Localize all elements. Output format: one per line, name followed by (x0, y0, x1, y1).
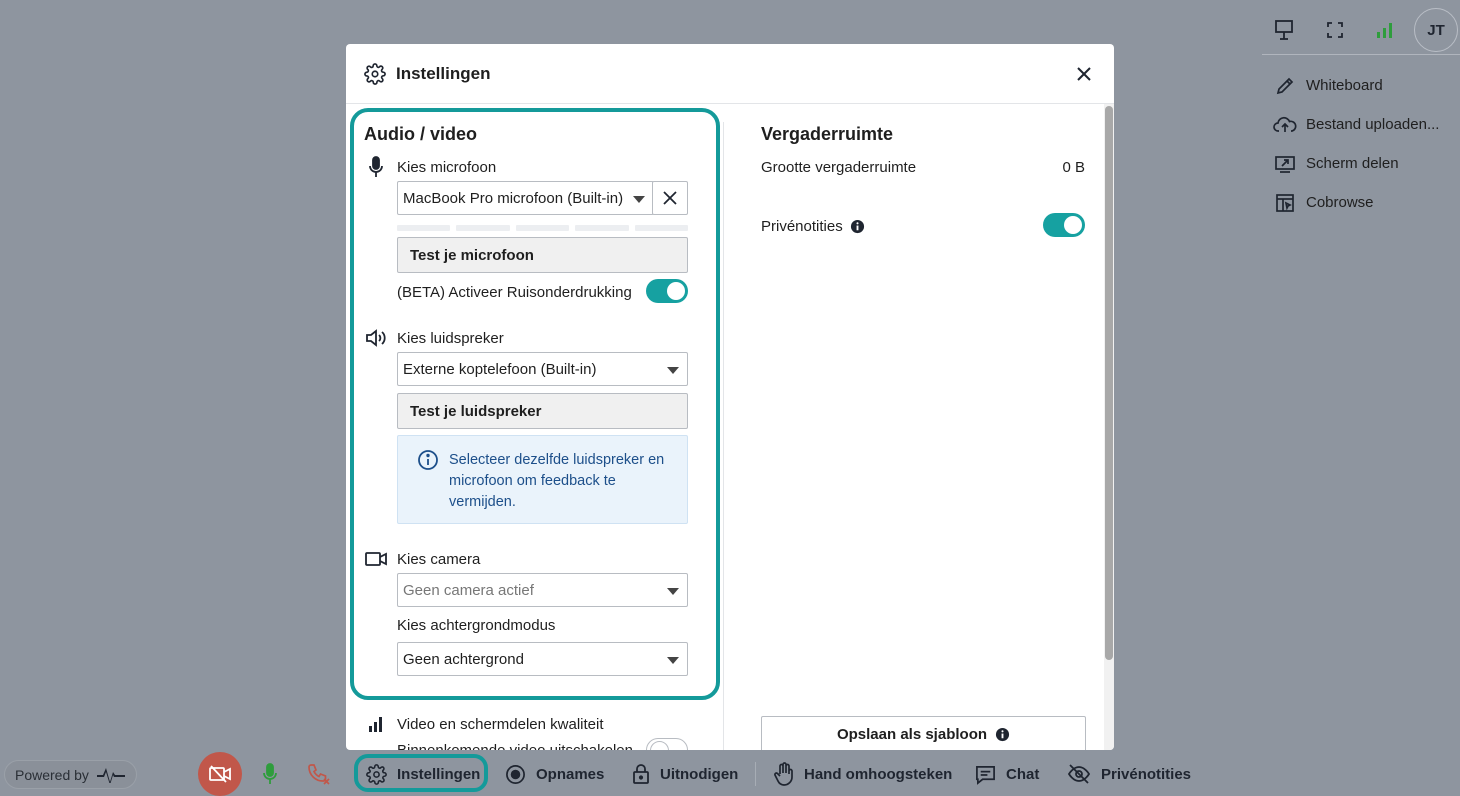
info-box: Selecteer dezelfde luidspreker en microf… (397, 435, 688, 524)
save-template-button[interactable]: Opslaan als sjabloon (761, 716, 1086, 750)
gear-icon (364, 62, 386, 85)
recordings-label: Opnames (536, 765, 605, 783)
fullscreen-icon[interactable] (1323, 18, 1347, 42)
divider (1262, 54, 1460, 55)
powered-by-badge[interactable]: Powered by (4, 760, 137, 789)
chevron-down-icon (667, 657, 679, 664)
private-notes-label: Privénotities (1101, 765, 1192, 783)
scrollbar[interactable] (1104, 104, 1114, 750)
background-select[interactable]: Geen achtergrond (397, 642, 688, 676)
save-template-label: Opslaan als sjabloon (836, 725, 988, 743)
camera-off-icon (209, 765, 231, 783)
side-item-label: Scherm delen (1306, 155, 1399, 172)
divider (755, 762, 756, 786)
cobrowse-icon (1272, 191, 1298, 215)
incoming-video-toggle[interactable] (646, 738, 688, 750)
info-icon (417, 449, 439, 471)
powered-by-label: Powered by (15, 766, 89, 783)
pencil-icon (1272, 74, 1298, 98)
hang-up-icon[interactable] (307, 762, 331, 786)
background-select-value: Geen achtergrond (403, 650, 524, 668)
speaker-select[interactable]: Externe koptelefoon (Built-in) (397, 352, 688, 386)
microphone-icon[interactable] (258, 762, 282, 786)
side-item-label: Cobrowse (1306, 194, 1374, 211)
microphone-icon (365, 156, 387, 178)
chat-label: Chat (1006, 765, 1040, 783)
close-button[interactable] (1072, 62, 1096, 86)
room-size-value: 0 B (1062, 159, 1085, 176)
incoming-video-label: Binnenkomende video uitschakelen (397, 742, 633, 750)
speaker-label: Kies luidspreker (397, 330, 504, 347)
info-icon (995, 727, 1010, 742)
signal-icon (1373, 18, 1397, 42)
gear-icon (366, 763, 387, 785)
avatar[interactable]: JT (1414, 8, 1458, 52)
camera-select[interactable]: Geen camera actief (397, 573, 688, 607)
presentation-icon[interactable] (1272, 18, 1296, 42)
quality-bars-icon (365, 713, 387, 735)
modal-header: Instellingen (346, 44, 1114, 104)
noise-suppression-label: (BETA) Activeer Ruisonderdrukking (397, 284, 632, 301)
private-notes-label: Privénotities (761, 218, 843, 235)
info-icon[interactable] (846, 215, 868, 237)
settings-modal: Instellingen Audio / video Kies microfoo… (346, 44, 1114, 750)
speaker-icon (365, 327, 387, 349)
scrollbar-thumb[interactable] (1105, 106, 1113, 660)
side-item-cobrowse[interactable]: Cobrowse (1264, 183, 1460, 222)
side-menu: Whiteboard Bestand uploaden... Scherm de… (1264, 66, 1460, 222)
raise-hand-button[interactable]: Hand omhoogsteken (774, 762, 952, 786)
noise-suppression-toggle[interactable] (646, 279, 688, 303)
clear-mic-button[interactable] (652, 181, 688, 215)
info-text: Selecteer dezelfde luidspreker en microf… (449, 452, 665, 510)
column-divider (723, 122, 724, 750)
side-item-label: Bestand uploaden... (1306, 116, 1440, 133)
close-icon (663, 191, 677, 205)
mic-label: Kies microfoon (397, 159, 497, 176)
modal-title: Instellingen (396, 63, 491, 83)
record-icon (505, 764, 526, 785)
side-item-whiteboard[interactable]: Whiteboard (1264, 66, 1460, 105)
test-mic-button[interactable]: Test je microfoon (397, 237, 688, 273)
camera-label: Kies camera (397, 551, 481, 568)
meeting-room-title: Vergaderruimte (761, 124, 894, 144)
chat-icon (975, 764, 996, 785)
camera-toggle-button[interactable] (198, 752, 242, 796)
camera-icon (365, 548, 387, 570)
screen-share-icon (1272, 152, 1298, 176)
private-notes-button[interactable]: Privénotities (1067, 762, 1191, 786)
audio-video-title: Audio / video (364, 124, 478, 144)
brand-logo-icon (96, 767, 125, 783)
room-size-label: Grootte vergaderruimte (761, 159, 917, 176)
raise-hand-label: Hand omhoogsteken (804, 765, 953, 783)
recordings-button[interactable]: Opnames (505, 762, 604, 786)
mic-select[interactable]: MacBook Pro microfoon (Built-in) (397, 181, 654, 215)
settings-label: Instellingen (397, 765, 481, 783)
side-item-screen-share[interactable]: Scherm delen (1264, 144, 1460, 183)
modal-body: Audio / video Kies microfoon MacBook Pro… (346, 104, 1114, 750)
chat-button[interactable]: Chat (975, 762, 1039, 786)
invite-button[interactable]: Uitnodigen (632, 762, 738, 786)
lock-icon (632, 763, 650, 785)
speaker-select-value: Externe koptelefoon (Built-in) (403, 360, 597, 378)
chevron-down-icon (667, 588, 679, 595)
background-label: Kies achtergrondmodus (397, 617, 556, 634)
invite-label: Uitnodigen (660, 765, 739, 783)
settings-button[interactable]: Instellingen (366, 762, 480, 786)
test-speaker-button[interactable]: Test je luidspreker (397, 393, 688, 429)
eye-off-icon (1067, 764, 1091, 784)
mic-level-meter (397, 225, 689, 231)
cloud-upload-icon (1272, 113, 1298, 137)
mic-select-value: MacBook Pro microfoon (Built-in) (403, 189, 624, 207)
hand-icon (774, 762, 794, 786)
chevron-down-icon (667, 367, 679, 374)
side-item-label: Whiteboard (1306, 77, 1383, 94)
quality-label: Video en schermdelen kwaliteit (397, 716, 604, 733)
top-toolbar: JT (1264, 8, 1460, 52)
camera-select-value: Geen camera actief (403, 581, 534, 599)
side-item-upload[interactable]: Bestand uploaden... (1264, 105, 1460, 144)
private-notes-toggle[interactable] (1043, 213, 1085, 237)
chevron-down-icon (633, 196, 645, 203)
